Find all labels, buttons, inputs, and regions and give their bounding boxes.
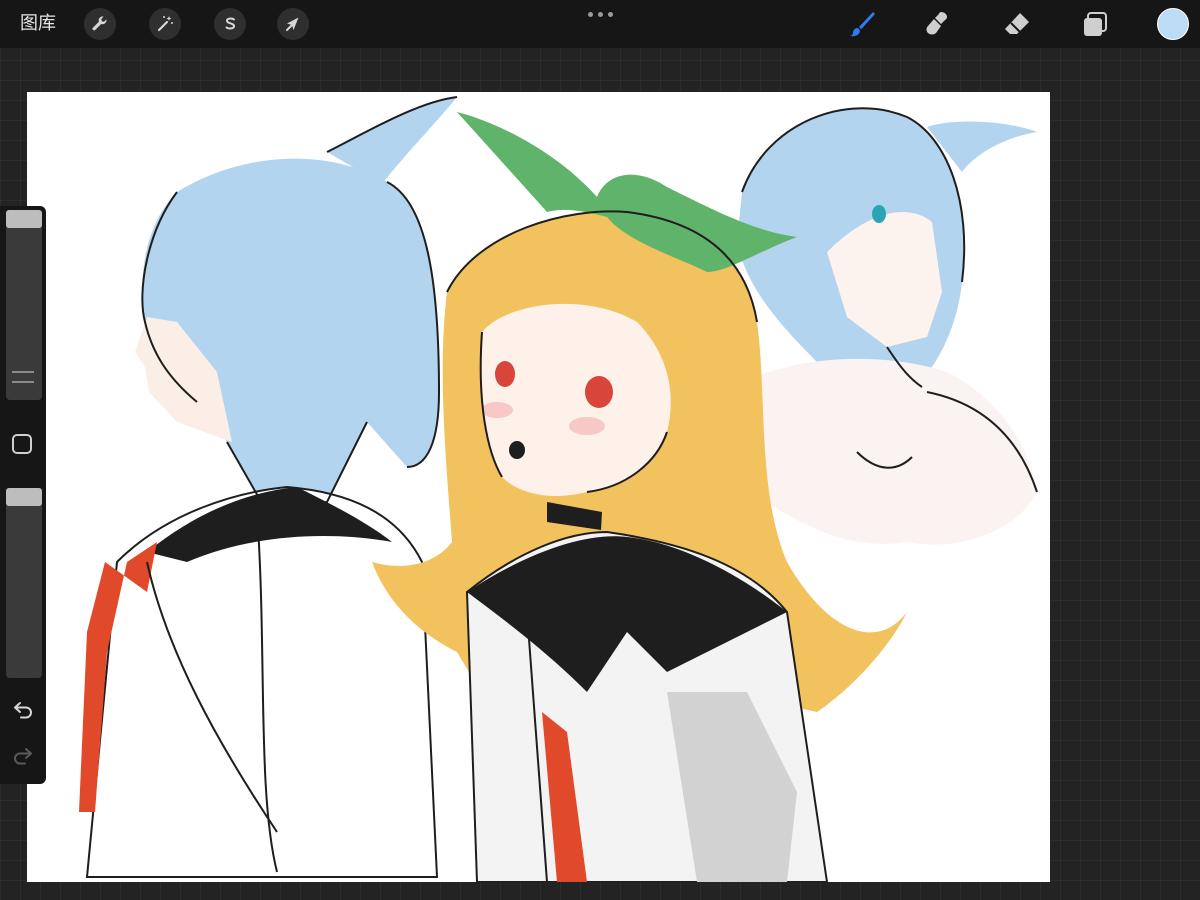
- center-girl-blush-right: [569, 417, 605, 435]
- selection-button[interactable]: [214, 8, 246, 40]
- brush-icon: [850, 12, 875, 37]
- redo-button[interactable]: [10, 742, 36, 768]
- brush-sidebar: [0, 206, 46, 784]
- wrench-icon: [92, 16, 107, 31]
- brush-opacity-thumb[interactable]: [6, 488, 42, 506]
- brush-opacity-slider[interactable]: [6, 488, 42, 678]
- brush-tool-button[interactable]: [844, 6, 880, 42]
- center-girl-eye-right: [585, 376, 613, 408]
- slider-grip-icon: [12, 371, 34, 383]
- smudge-icon: [926, 12, 947, 35]
- transform-button[interactable]: [277, 8, 309, 40]
- right-girl-body: [727, 358, 1037, 545]
- layers-icon: [1084, 12, 1107, 36]
- dot-icon: [597, 11, 603, 17]
- left-girl-figure: [79, 96, 458, 878]
- smudge-tool-button[interactable]: [920, 6, 956, 42]
- actions-button[interactable]: [84, 8, 116, 40]
- right-girl-eye: [872, 205, 886, 223]
- undo-button[interactable]: [10, 696, 36, 722]
- drawing-canvas[interactable]: [27, 92, 1050, 882]
- center-girl-eye-left: [495, 361, 515, 387]
- eraser-tool-button[interactable]: [999, 6, 1035, 42]
- more-options-button[interactable]: [586, 9, 614, 19]
- brush-size-thumb[interactable]: [6, 210, 42, 228]
- modify-square-icon[interactable]: [12, 434, 32, 454]
- top-toolbar: 图库: [0, 0, 1200, 48]
- color-picker-button[interactable]: [1157, 8, 1189, 40]
- arrow-cursor-icon: [286, 17, 299, 31]
- right-girl-figure: [727, 107, 1038, 545]
- artwork-illustration: [79, 96, 1038, 882]
- undo-icon: [14, 702, 32, 719]
- gallery-button[interactable]: 图库: [20, 12, 56, 36]
- selection-s-icon: [225, 17, 236, 30]
- magic-wand-icon: [157, 16, 173, 32]
- eraser-icon: [1005, 13, 1029, 34]
- center-girl-mouth: [509, 441, 525, 459]
- dot-icon: [587, 11, 593, 17]
- dot-icon: [607, 11, 613, 17]
- redo-icon: [14, 748, 32, 765]
- center-girl-blush-left: [481, 402, 513, 418]
- adjustments-button[interactable]: [149, 8, 181, 40]
- layers-button[interactable]: [1077, 6, 1113, 42]
